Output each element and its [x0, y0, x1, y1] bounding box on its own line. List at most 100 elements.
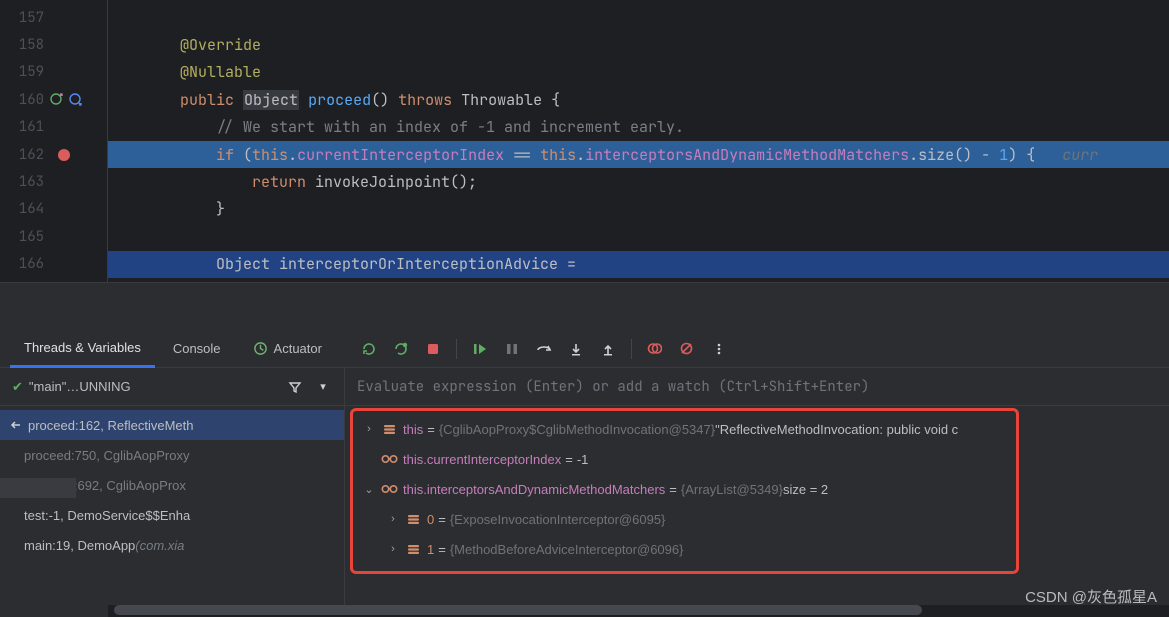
editor-area: 157 158 159 160 161 162 163 164 165 166 @Override…	[0, 0, 1169, 282]
code-line[interactable]	[108, 4, 1169, 31]
stack-frame[interactable]: main:19, DemoApp (com.xia	[0, 530, 344, 560]
toolbar-separator	[631, 339, 632, 359]
mute-breakpoints-icon[interactable]	[678, 340, 696, 358]
variable-type: {ArrayList@5349}	[681, 482, 783, 497]
watermark: CSDN @灰色孤星A	[1025, 586, 1157, 607]
reset-frame-icon[interactable]	[6, 418, 26, 432]
variable-value: "ReflectiveMethodInvocation: public void…	[715, 422, 958, 437]
code-line[interactable]: if (this.currentInterceptorIndex == this…	[108, 141, 1169, 168]
variable-name: 1	[427, 542, 434, 557]
gutter-row[interactable]: 164	[0, 196, 107, 223]
chevron-right-icon[interactable]: ›	[385, 513, 401, 525]
watch-icon	[379, 483, 399, 495]
tab-threads-variables[interactable]: Threads & Variables	[10, 330, 155, 368]
gutter-row[interactable]: 162	[0, 141, 107, 168]
variable-type: {MethodBeforeAdviceInterceptor@6096}	[450, 542, 684, 557]
code-line[interactable]	[108, 223, 1169, 250]
code-line[interactable]: public Object proceed() throws Throwable…	[108, 86, 1169, 113]
code-line[interactable]: }	[108, 196, 1169, 223]
gutter-row[interactable]: 161	[0, 114, 107, 141]
stack-frame[interactable]: proceed:750, CglibAopProxy	[0, 440, 344, 470]
thread-name: "main"…UNNING	[29, 379, 131, 394]
chevron-down-icon[interactable]: ▾	[314, 378, 332, 396]
view-breakpoints-icon[interactable]	[646, 340, 664, 358]
gutter-row[interactable]: 165	[0, 223, 107, 250]
tab-actuator[interactable]: Actuator	[239, 330, 336, 368]
rerun-icon[interactable]	[360, 340, 378, 358]
gutter-row[interactable]: 160	[0, 86, 107, 113]
gutter-row[interactable]: 157	[0, 4, 107, 31]
gutter-row[interactable]: 159	[0, 59, 107, 86]
panel-divider[interactable]	[0, 282, 1169, 330]
override-up-icon[interactable]	[48, 91, 65, 108]
breakpoint-icon[interactable]	[58, 149, 70, 161]
line-number: 161	[0, 118, 44, 136]
variable-name: this	[403, 422, 423, 437]
step-into-icon[interactable]	[567, 340, 585, 358]
resume-icon[interactable]	[471, 340, 489, 358]
variable-row[interactable]: this.currentInterceptorIndex = -1	[345, 444, 1169, 474]
variable-name: this.interceptorsAndDynamicMethodMatcher…	[403, 482, 665, 497]
variable-row[interactable]: ›1 = {MethodBeforeAdviceInterceptor@6096…	[345, 534, 1169, 564]
chevron-right-icon[interactable]: ›	[361, 423, 377, 435]
editor-gutter: 157 158 159 160 161 162 163 164 165 166	[0, 0, 108, 282]
debug-toolbar	[360, 339, 728, 359]
watch-icon	[379, 453, 399, 465]
editor-code[interactable]: @Override @Nullable public Object procee…	[108, 0, 1169, 282]
object-icon	[379, 422, 399, 437]
variable-type: {CglibAopProxy$CglibMethodInvocation@534…	[439, 422, 715, 437]
evaluate-expression-input[interactable]: Evaluate expression (Enter) or add a wat…	[345, 368, 1169, 406]
gutter-row[interactable]: 158	[0, 31, 107, 58]
variables-panel: Evaluate expression (Enter) or add a wat…	[345, 368, 1169, 617]
variable-type: {ExposeInvocationInterceptor@6095}	[450, 512, 666, 527]
code-line[interactable]: @Nullable	[108, 59, 1169, 86]
code-line[interactable]: // We start with an index of -1 and incr…	[108, 114, 1169, 141]
debug-body: ✔ "main"…UNNING ▾ proceed:162, Reflectiv…	[0, 368, 1169, 617]
thread-selector[interactable]: ✔ "main"…UNNING	[12, 379, 131, 395]
stop-icon[interactable]	[424, 340, 442, 358]
stack-frame[interactable]: test:-1, DemoService$$Enha	[0, 500, 344, 530]
step-over-icon[interactable]	[535, 340, 553, 358]
pause-icon[interactable]	[503, 340, 521, 358]
variable-value: size = 2	[783, 482, 828, 497]
line-number: 162	[0, 146, 44, 164]
filter-icon[interactable]	[286, 378, 304, 396]
actuator-icon	[253, 341, 268, 356]
line-number: 164	[0, 200, 44, 218]
code-line[interactable]: Object interceptorOrInterceptionAdvice =	[108, 251, 1169, 278]
line-number: 163	[0, 173, 44, 191]
code-line[interactable]: @Override	[108, 31, 1169, 58]
debug-tabs: Threads & Variables Console Actuator	[0, 330, 1169, 368]
more-icon[interactable]	[710, 340, 728, 358]
line-number: 157	[0, 9, 44, 27]
variable-name: 0	[427, 512, 434, 527]
code-line[interactable]: return invokeJoinpoint();	[108, 168, 1169, 195]
debug-panel: Threads & Variables Console Actuator	[0, 330, 1169, 617]
variable-value: -1	[577, 452, 589, 467]
line-number: 166	[0, 255, 44, 273]
variable-row[interactable]: ›this = {CglibAopProxy$CglibMethodInvoca…	[345, 414, 1169, 444]
variable-name: this.currentInterceptorIndex	[403, 452, 561, 467]
rerun-modified-icon[interactable]	[392, 340, 410, 358]
object-icon	[403, 512, 423, 527]
check-icon: ✔	[12, 379, 23, 395]
line-number: 165	[0, 228, 44, 246]
toolbar-separator	[456, 339, 457, 359]
gutter-row[interactable]: 163	[0, 168, 107, 195]
chevron-down-icon[interactable]: ⌄	[361, 483, 377, 496]
variable-row[interactable]: ⌄ this.interceptorsAndDynamicMethodMatche…	[345, 474, 1169, 504]
override-down-icon[interactable]	[67, 91, 84, 108]
line-number: 158	[0, 36, 44, 54]
left-strip-selection	[0, 478, 76, 498]
step-out-icon[interactable]	[599, 340, 617, 358]
variable-row[interactable]: ›0 = {ExposeInvocationInterceptor@6095}	[345, 504, 1169, 534]
tab-actuator-label: Actuator	[274, 341, 322, 356]
frames-header: ✔ "main"…UNNING ▾	[0, 368, 344, 406]
object-icon	[403, 542, 423, 557]
tab-console[interactable]: Console	[159, 330, 235, 368]
gutter-row[interactable]: 166	[0, 251, 107, 278]
chevron-right-icon[interactable]: ›	[385, 543, 401, 555]
line-number: 159	[0, 63, 44, 81]
line-number: 160	[0, 91, 44, 109]
stack-frame[interactable]: proceed:162, ReflectiveMeth	[0, 410, 344, 440]
